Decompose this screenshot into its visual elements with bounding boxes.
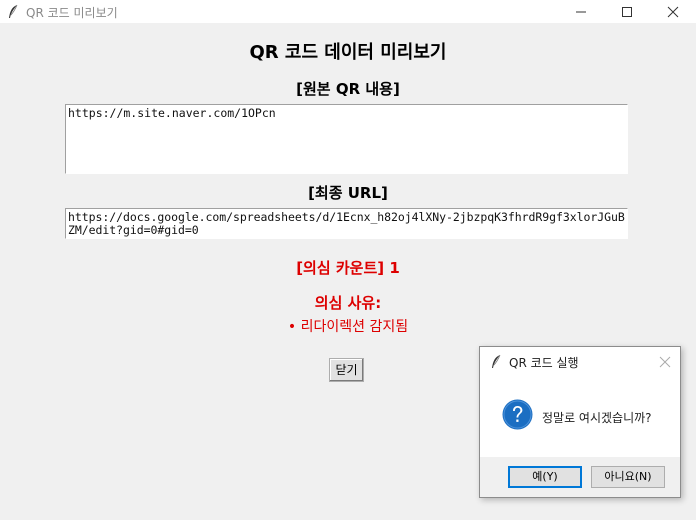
question-icon <box>502 399 533 430</box>
title-bar: QR 코드 미리보기 <box>0 0 696 24</box>
maximize-button[interactable] <box>604 0 650 23</box>
close-icon[interactable] <box>658 355 672 369</box>
original-content-textbox[interactable]: https://m.site.naver.com/1OPcn <box>65 104 628 174</box>
no-button[interactable]: 아니요(N) <box>591 466 665 488</box>
original-content-label: [원본 QR 내용] <box>296 80 400 98</box>
window-title: QR 코드 미리보기 <box>26 6 118 20</box>
close-icon <box>667 6 679 18</box>
page-title: QR 코드 데이터 미리보기 <box>249 42 447 63</box>
suspect-reason-item: • 리다이렉션 감지됨 <box>287 319 409 335</box>
dialog-footer: 예(Y) 아니요(N) <box>480 457 680 497</box>
suspect-reason-title: 의심 사유: <box>314 294 382 312</box>
final-url-label: [최종 URL] <box>308 184 388 202</box>
minimize-button[interactable] <box>558 0 604 23</box>
dialog-title-bar: QR 코드 실행 <box>480 347 680 377</box>
maximize-icon <box>622 7 632 17</box>
confirm-dialog: QR 코드 실행 정말로 여시겠습니까? 예(Y) 아니요(N) <box>479 346 681 498</box>
feather-icon <box>492 354 501 368</box>
suspect-count: [의심 카운트] 1 <box>296 259 400 277</box>
dialog-title: QR 코드 실행 <box>509 356 579 370</box>
dialog-body: 정말로 여시겠습니까? <box>480 377 680 457</box>
dialog-message: 정말로 여시겠습니까? <box>542 411 652 425</box>
final-url-textbox[interactable]: https://docs.google.com/spreadsheets/d/1… <box>65 208 628 239</box>
minimize-icon <box>576 11 586 13</box>
close-button[interactable]: 닫기 <box>329 358 364 382</box>
yes-button[interactable]: 예(Y) <box>508 466 582 488</box>
feather-icon <box>9 4 18 18</box>
close-window-button[interactable] <box>650 0 696 23</box>
